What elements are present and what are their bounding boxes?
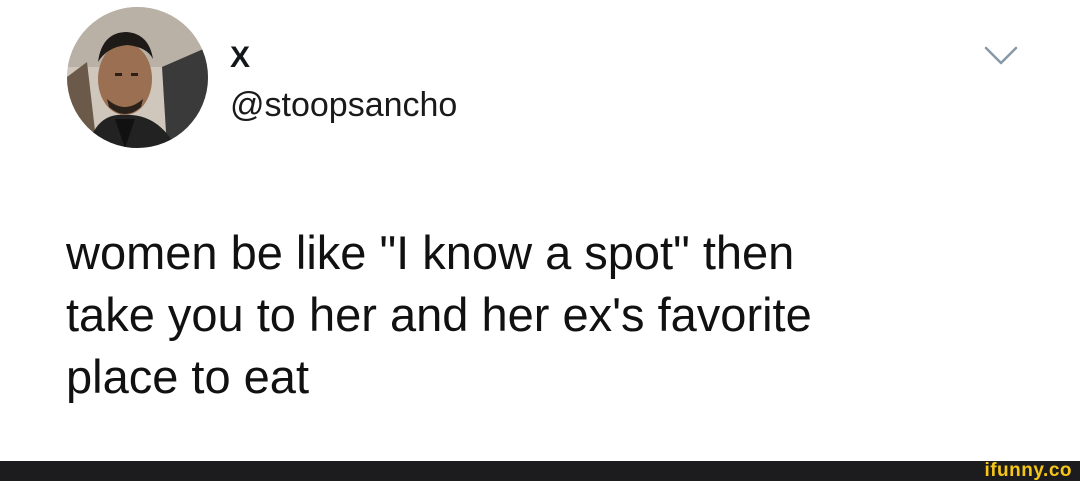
avatar-image xyxy=(67,7,208,148)
user-handle[interactable]: @stoopsancho xyxy=(230,84,457,126)
tweet-card: X @stoopsancho women be like "I know a s… xyxy=(0,0,1080,461)
ifunny-watermark: ifunny.co xyxy=(984,460,1072,481)
tweet-text: women be like "I know a spot" then take … xyxy=(66,226,812,403)
footer-bar: ifunny.co xyxy=(0,461,1080,481)
avatar[interactable] xyxy=(67,7,208,148)
display-name[interactable]: X xyxy=(230,40,250,76)
chevron-down-icon[interactable] xyxy=(983,44,1019,68)
